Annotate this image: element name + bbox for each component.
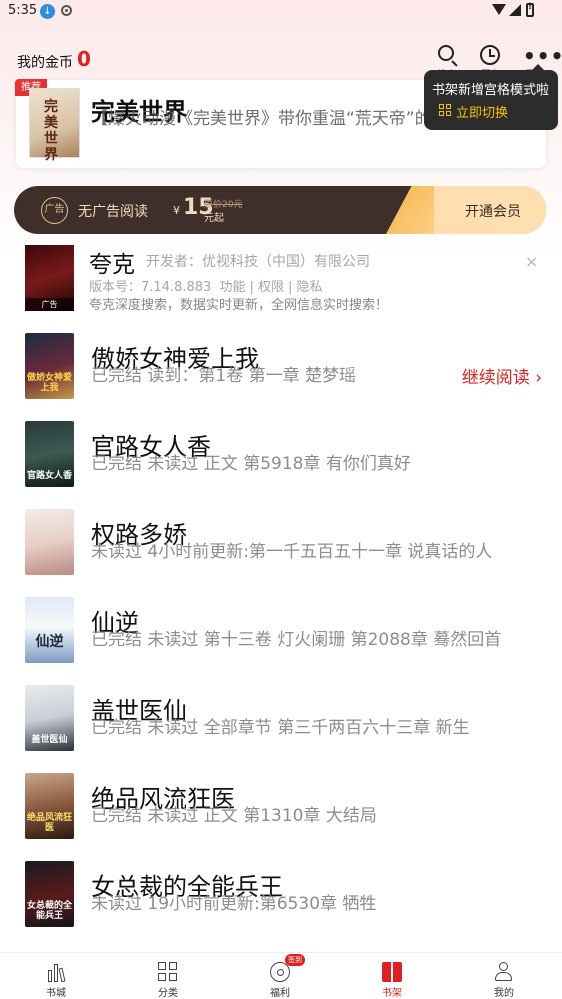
book-status: 未读过 4小时前更新:第一千五百五十一章 说真话的人	[91, 542, 493, 562]
profile-icon	[494, 962, 514, 982]
vip-banner[interactable]: 广告 无广告阅读 ¥ 15 原价20元 元起 开通会员	[14, 186, 546, 234]
book-status: 已完结 未读过 全部章节 第三千两百六十三章 新生	[91, 718, 470, 738]
record-icon	[61, 5, 72, 16]
ad-cover[interactable]: 广告	[25, 245, 74, 311]
bottom-nav: 书城 分类 福利 书架 我的	[0, 952, 562, 999]
book-cover: 官路女人香	[25, 421, 74, 487]
ad-title[interactable]: 夸克	[89, 245, 135, 279]
book-status: 已完结 未读过 正文 第5918章 有你们真好	[91, 454, 411, 474]
ad-version: 版本号：7.14.8.883	[89, 280, 212, 295]
vip-price-unit: 元起	[204, 213, 224, 224]
list-item[interactable]: 官路女人香 官路女人香 已完结 未读过 正文 第5918章 有你们真好	[0, 421, 562, 509]
tooltip-text: 书架新增宫格模式啦	[432, 83, 550, 98]
ad-description: 夸克深度搜索，数据实时更新，全网信息实时搜索！	[89, 298, 389, 313]
download-icon: ↓	[40, 4, 55, 19]
ad-link-privacy[interactable]: 隐私	[297, 280, 323, 295]
book-cover: 盖世医仙	[25, 685, 74, 751]
book-status: 已完结 未读过 第十三卷 灯火阑珊 第2088章 蓦然回首	[91, 630, 502, 650]
book-cover: 女总裁的全能兵王	[25, 861, 74, 927]
list-item[interactable]: 权路多娇 未读过 4小时前更新:第一千五百五十一章 说真话的人	[0, 509, 562, 597]
book-cover: 绝品风流狂医	[25, 773, 74, 839]
grid-mode-tooltip: 书架新增宫格模式啦 立即切换	[424, 64, 558, 130]
ad-tag: 广告	[25, 298, 74, 311]
book-cover	[25, 509, 74, 575]
list-item[interactable]: 女总裁的全能兵王 女总裁的全能兵王 未读过 19小时前更新:第6530章 牺牲	[0, 861, 562, 949]
continue-reading-button[interactable]: 继续阅读 ›	[462, 363, 542, 388]
status-bar: 5:35 ↓	[0, 0, 562, 24]
search-button[interactable]	[436, 44, 460, 68]
bookshelf-icon	[382, 962, 402, 982]
open-vip-button[interactable]: 开通会员	[465, 201, 521, 221]
nav-bookshelf[interactable]: 书架	[336, 953, 448, 999]
vip-text: 无广告阅读	[78, 204, 148, 220]
ad-meta: 版本号：7.14.8.883 功能 | 权限 | 隐私	[89, 280, 323, 295]
nav-welfare[interactable]: 福利	[224, 953, 336, 999]
book-cover: 傲娇女神爱上我	[25, 333, 74, 399]
nav-category[interactable]: 分类	[112, 953, 224, 999]
switch-now-button[interactable]: 立即切换	[456, 102, 508, 121]
ad-close-icon[interactable]: ×	[525, 252, 538, 271]
ad-link-permission[interactable]: 权限	[258, 280, 284, 295]
status-icons	[492, 2, 540, 19]
book-status: 已完结 读到：第1卷 第一章 楚梦瑶	[91, 366, 357, 386]
vip-currency: ¥	[173, 204, 180, 217]
nav-mine[interactable]: 我的	[448, 953, 560, 999]
battery-icon	[526, 2, 534, 17]
list-item[interactable]: 傲娇女神爱上我 傲娇女神爱上我 已完结 读到：第1卷 第一章 楚梦瑶 继续阅读 …	[0, 333, 562, 421]
sign-in-badge: 签到	[285, 954, 305, 966]
list-item[interactable]: 盖世医仙 盖世医仙 已完结 未读过 全部章节 第三千两百六十三章 新生	[0, 685, 562, 773]
book-status: 已完结 未读过 正文 第1310章 大结局	[91, 806, 377, 826]
list-item[interactable]: 绝品风流狂医 绝品风流狂医 已完结 未读过 正文 第1310章 大结局	[0, 773, 562, 861]
history-button[interactable]	[479, 44, 503, 68]
book-cover: 仙逆	[25, 597, 74, 663]
category-icon	[158, 962, 178, 982]
grid-icon	[439, 104, 452, 117]
nav-bookstore[interactable]: 书城	[0, 953, 112, 999]
list-item[interactable]: 仙逆 仙逆 已完结 未读过 第十三卷 灯火阑珊 第2088章 蓦然回首	[0, 597, 562, 685]
coin-label: 我的金币	[17, 55, 73, 71]
status-time: 5:35	[8, 3, 38, 18]
wifi-icon	[492, 4, 506, 15]
book-status: 未读过 19小时前更新:第6530章 牺牲	[91, 894, 377, 914]
recommend-cover: 完美世界	[29, 88, 80, 163]
no-ad-icon: 广告	[41, 197, 68, 224]
ad-developer: 开发者：优视科技（中国）有限公司	[146, 254, 370, 270]
coin-value[interactable]: 0	[77, 47, 91, 71]
ad-link-function[interactable]: 功能	[219, 280, 245, 295]
bookstore-icon	[46, 962, 66, 983]
signal-icon	[509, 4, 521, 16]
search-icon	[438, 45, 454, 61]
recommend-cover-text: 完美世界	[44, 99, 58, 163]
